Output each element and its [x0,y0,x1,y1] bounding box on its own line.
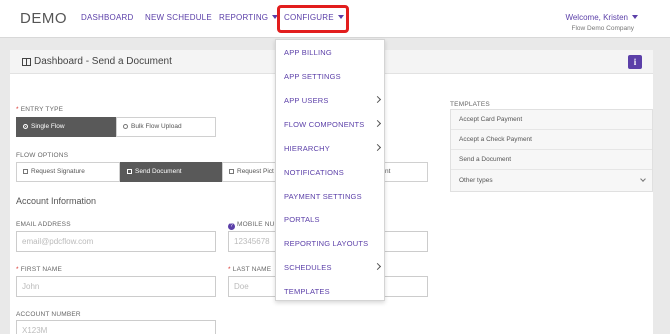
menu-item-app-users[interactable]: APP USERS [284,96,329,105]
other-types-select[interactable]: Other types [451,170,652,191]
help-icon[interactable]: ? [228,223,235,230]
menu-item-schedules[interactable]: SCHEDULES [284,263,332,272]
other-types-label: Other types [459,177,493,184]
user-menu[interactable]: Welcome, Kristen [565,13,638,22]
account-number-label: ACCOUNT NUMBER [16,311,81,318]
template-item[interactable]: Accept a Check Payment [451,130,652,150]
chevron-down-icon [632,15,638,19]
template-item[interactable]: Send a Document [451,150,652,170]
checkbox-icon [229,169,234,174]
required-marker: * [228,266,231,273]
entry-type-label: * ENTRY TYPE [16,106,63,113]
menu-item-reporting-layouts[interactable]: REPORTING LAYOUTS [284,239,368,248]
send-document-label: Send Document [135,168,182,175]
chevron-right-icon [373,262,382,271]
radio-icon [123,124,128,129]
request-picture-option[interactable]: Request Pict [222,162,282,182]
chevron-right-icon [373,143,382,152]
request-signature-option[interactable]: Request Signature [16,162,120,182]
last-name-label: * LAST NAME [228,266,271,273]
nav-reporting[interactable]: REPORTING [219,13,279,22]
email-field[interactable]: email@pdcflow.com [16,231,216,252]
checkbox-icon [23,169,28,174]
single-flow-label: Single Flow [31,123,65,130]
chevron-down-icon [640,176,646,182]
info-button[interactable]: i [628,55,642,69]
configure-dropdown: APP BILLING APP SETTINGS APP USERS FLOW … [275,39,385,301]
nav-reporting-label: REPORTING [219,13,269,22]
flow-options-label: FLOW OPTIONS [16,152,69,159]
template-item[interactable]: Accept Card Payment [451,110,652,130]
send-document-option[interactable]: Send Document [120,162,222,182]
top-navbar: DEMO DASHBOARD NEW SCHEDULE REPORTING CO… [0,0,670,38]
dashboard-icon [22,58,31,66]
required-marker: * [16,106,19,113]
request-signature-label: Request Signature [31,168,85,175]
bulk-flow-label: Bulk Flow Upload [131,123,182,130]
first-name-label-text: FIRST NAME [20,266,62,273]
menu-item-templates[interactable]: TEMPLATES [284,287,330,296]
bulk-flow-option[interactable]: Bulk Flow Upload [116,117,216,137]
menu-item-hierarchy[interactable]: HIERARCHY [284,144,330,153]
request-picture-label: Request Pict [237,168,274,175]
chevron-right-icon [373,119,382,128]
company-name: Flow Demo Company [571,25,635,32]
templates-list: Accept Card Payment Accept a Check Payme… [450,109,653,192]
menu-item-app-billing[interactable]: APP BILLING [284,48,332,57]
last-name-label-text: LAST NAME [232,266,272,273]
mobile-label-text: MOBILE NUM [237,221,281,228]
radio-selected-icon [23,124,28,129]
page-title: Dashboard - Send a Document [34,56,172,67]
single-flow-option[interactable]: Single Flow [16,117,116,137]
mobile-label: ? MOBILE NUM [228,221,280,230]
entry-type-label-text: ENTRY TYPE [20,106,64,113]
menu-item-notifications[interactable]: NOTIFICATIONS [284,168,344,177]
payment-option[interactable]: nt [380,162,428,182]
app-logo[interactable]: DEMO [20,10,67,27]
chevron-right-icon [373,95,382,104]
first-name-field[interactable]: John [16,276,216,297]
nav-dashboard[interactable]: DASHBOARD [81,13,133,22]
checkbox-checked-icon [127,169,132,174]
welcome-text: Welcome, Kristen [565,13,628,22]
nav-new-schedule[interactable]: NEW SCHEDULE [145,13,212,22]
highlight-box [277,5,349,33]
first-name-label: * FIRST NAME [16,266,62,273]
required-marker: * [16,266,19,273]
email-label: EMAIL ADDRESS [16,221,71,228]
menu-item-portals[interactable]: PORTALS [284,215,320,224]
menu-item-payment-settings[interactable]: PAYMENT SETTINGS [284,192,362,201]
account-number-field[interactable]: X123M [16,320,216,334]
menu-item-flow-components[interactable]: FLOW COMPONENTS [284,120,365,129]
account-info-title: Account Information [16,196,97,206]
payment-option-label: nt [385,168,391,175]
menu-item-app-settings[interactable]: APP SETTINGS [284,72,341,81]
templates-label: TEMPLATES [450,101,490,108]
